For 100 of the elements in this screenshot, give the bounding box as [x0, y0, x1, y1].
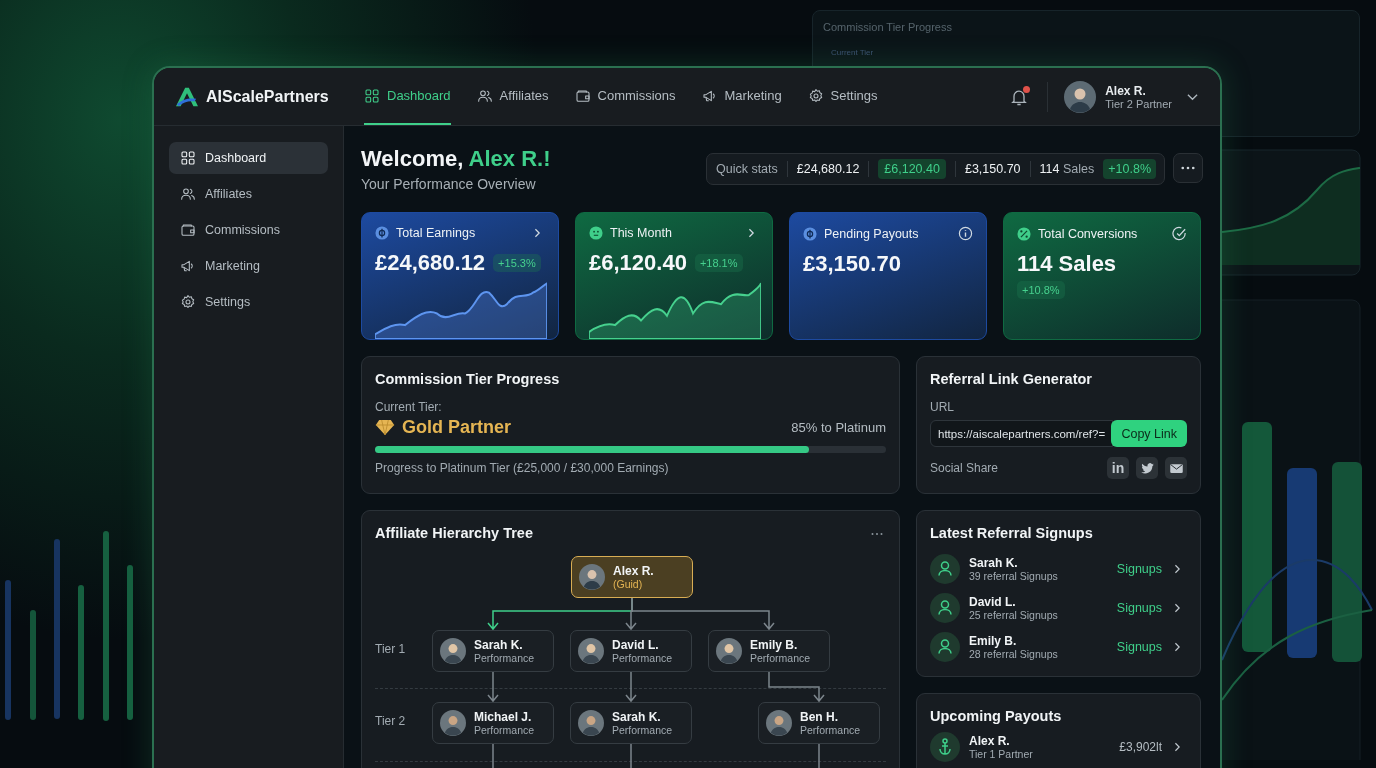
avatar-icon — [440, 638, 466, 664]
quick-stat-value: £6,120.40 — [878, 159, 946, 179]
signup-count: 25 referral Signups — [969, 609, 1059, 621]
share-button[interactable] — [1136, 457, 1158, 479]
tree-node[interactable]: Sarah K. Performance — [432, 630, 554, 672]
signups-link[interactable]: Signups — [1116, 640, 1162, 654]
stat-card[interactable]: Total Earnings £24,680.12 +15.3% — [361, 212, 559, 340]
share-button[interactable] — [1165, 457, 1187, 479]
node-name: Sarah K. — [474, 638, 524, 652]
node-subtitle: Performance — [612, 652, 673, 664]
sidebar-item[interactable]: Dashboard — [169, 142, 328, 174]
field-label: URL — [930, 400, 955, 414]
chevron-right-icon[interactable] — [748, 228, 755, 238]
megaphone-icon — [180, 258, 196, 274]
tree-node[interactable]: Ben H. Performance — [758, 702, 880, 744]
progress-caption: Progress to Platinum Tier (£25,000 / £30,000 Earnings) — [375, 461, 670, 475]
avatar-icon — [578, 710, 604, 736]
brand-name: AIScalePartners — [206, 87, 329, 106]
chevron-right-icon[interactable] — [1174, 564, 1181, 574]
chevron-right-icon[interactable] — [1174, 603, 1181, 613]
stat-card[interactable]: This Month £6,120.40 +18.1% — [575, 212, 773, 340]
change-badge: +10.8% — [1103, 159, 1156, 179]
tree-node[interactable]: David L. Performance — [570, 630, 692, 672]
coin-icon — [375, 226, 389, 240]
tree-node[interactable]: Emily B. Performance — [708, 630, 830, 672]
signup-name: Emily B. — [969, 634, 1018, 648]
quick-stat-value: £3,150.70 — [964, 161, 1021, 178]
connector-line — [818, 743, 820, 768]
tree-node[interactable]: Sarah K. Performance — [570, 702, 692, 744]
card-title: Latest Referral Signups — [930, 525, 1094, 541]
more-icon[interactable] — [871, 532, 883, 536]
face-icon — [589, 226, 603, 240]
node-name: Alex R. — [613, 564, 654, 578]
payout-detail: Tier 1 Partner — [969, 748, 1034, 760]
node-subtitle: Performance — [474, 652, 535, 664]
info-icon[interactable] — [958, 226, 973, 241]
share-label: Social Share — [930, 461, 999, 475]
tier-label: Tier 2 — [375, 714, 406, 728]
tree-node[interactable]: Michael J. Performance — [432, 702, 554, 744]
card-title: Upcoming Payouts — [930, 708, 1063, 724]
backdrop-label: Current Tier — [831, 48, 874, 57]
user-role: Tier 2 Partner — [1105, 97, 1172, 110]
bird-icon — [1139, 460, 1155, 476]
node-subtitle: (Guid) — [613, 578, 644, 590]
node-name: Emily B. — [750, 638, 799, 652]
nav-tab[interactable]: Marketing — [701, 68, 782, 125]
node-subtitle: Performance — [750, 652, 811, 664]
payout-name: Alex R. — [969, 734, 1011, 748]
signups-link[interactable]: Signups — [1116, 562, 1162, 576]
logo-icon — [174, 85, 200, 108]
node-subtitle: Performance — [612, 724, 673, 736]
gem-icon — [375, 419, 395, 436]
gear-icon — [180, 294, 196, 310]
quick-stat-count: 114 Sales — [1039, 161, 1095, 178]
node-name: Ben H. — [800, 710, 839, 724]
node-name: Michael J. — [474, 710, 533, 724]
user-icon — [930, 554, 960, 584]
tier-label: Current Tier: — [375, 400, 443, 414]
card-title: Affiliate Hierarchy Tree — [375, 525, 533, 541]
stat-card[interactable]: Pending Payouts £3,150.70 — [789, 212, 987, 340]
tier-name: Gold Partner — [402, 417, 512, 438]
user-icon — [930, 632, 960, 662]
sidebar-item[interactable]: Commissions — [169, 214, 328, 246]
quick-stat-value: £24,680.12 — [796, 161, 860, 178]
sidebar-item[interactable]: Marketing — [169, 250, 328, 282]
change-badge: +15.3% — [493, 254, 541, 272]
avatar-icon — [766, 710, 792, 736]
avatar-icon — [716, 638, 742, 664]
copy-link-button[interactable]: Copy Link — [1111, 420, 1187, 447]
signup-name: David L. — [969, 595, 1017, 609]
sidebar-item[interactable]: Settings — [169, 286, 328, 318]
chevron-right-icon[interactable] — [1174, 642, 1181, 652]
gear-icon — [807, 87, 824, 104]
url-field[interactable]: https://aiscalepartners.com/ref?= — [930, 420, 1114, 447]
tree-node[interactable]: Alex R. (Guid) — [571, 556, 693, 598]
payout-amount: £3,902lt — [1119, 740, 1162, 754]
signup-count: 39 referral Signups — [969, 570, 1059, 582]
signups-link[interactable]: Signups — [1116, 601, 1162, 615]
chevron-right-icon[interactable] — [534, 228, 541, 238]
anchor-icon — [930, 732, 960, 762]
stat-title: Total Earnings — [396, 226, 476, 240]
nav-tab[interactable]: Commissions — [574, 68, 676, 125]
change-badge: +18.1% — [694, 254, 743, 272]
node-subtitle: Performance — [800, 724, 861, 736]
sidebar-item[interactable]: Affiliates — [169, 178, 328, 210]
nav-tab[interactable]: Affiliates — [476, 68, 549, 125]
nav-tab[interactable]: Settings — [807, 68, 878, 125]
check-circle-icon[interactable] — [1172, 226, 1187, 241]
avatar-icon — [1064, 80, 1097, 113]
stat-title: Pending Payouts — [824, 226, 919, 241]
stat-title: This Month — [610, 226, 672, 240]
grid-icon — [180, 150, 196, 166]
chevron-right-icon[interactable] — [1174, 742, 1181, 752]
stat-card[interactable]: Total Conversions 114 Sales +10.8% — [1003, 212, 1201, 340]
quick-stats-label: Quick stats — [715, 162, 778, 176]
chevron-down-icon[interactable] — [1187, 92, 1198, 101]
share-button[interactable]: in — [1107, 457, 1129, 479]
welcome-heading: Welcome, Alex R.! — [361, 146, 551, 172]
user-name: Alex R. — [1105, 83, 1147, 98]
users-icon — [476, 87, 493, 104]
